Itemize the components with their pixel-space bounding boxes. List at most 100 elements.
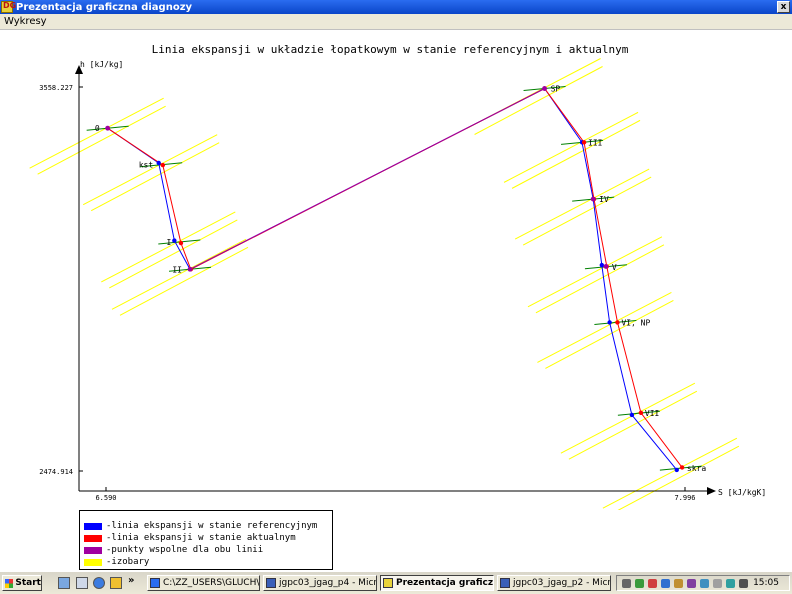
isobar-line-actual-1 xyxy=(90,142,220,212)
close-button[interactable]: x xyxy=(777,1,790,13)
legend-label-reference: -linia ekspansji w stanie referencyjnym xyxy=(106,521,318,531)
update-icon[interactable] xyxy=(687,579,696,588)
series-1-point-1 xyxy=(160,162,166,168)
ie-icon[interactable] xyxy=(93,577,105,589)
taskbar: Start » C:\ZZ_USERS\GLUCH\... jgpc03_jga… xyxy=(0,571,792,594)
isobar-line-6 xyxy=(514,168,650,240)
common-point-0 xyxy=(105,125,111,131)
y-tick-label-0: 3558.227 xyxy=(39,84,73,92)
legend-item-actual: -linia ekspansji w stanie aktualnym xyxy=(84,532,296,544)
chart-title: Linia ekspansji w układzie łopatkowym w … xyxy=(152,43,629,56)
local-isobar-group xyxy=(86,86,702,471)
task-word-p4[interactable]: jgpc03_jgag_p4 - Micr... xyxy=(263,575,377,591)
desktop-icon[interactable] xyxy=(58,577,70,589)
common-point-2 xyxy=(542,86,547,91)
legend-swatch-common xyxy=(84,546,102,554)
isobar-line-10 xyxy=(602,437,738,509)
point-label-1: kst xyxy=(139,161,154,170)
common-point-4 xyxy=(603,264,609,269)
task-folder[interactable]: C:\ZZ_USERS\GLUCH\... xyxy=(147,575,260,591)
task-label-folder: C:\ZZ_USERS\GLUCH\... xyxy=(163,578,260,588)
window-icon[interactable] xyxy=(76,577,88,589)
menu-item-wykresy[interactable]: Wykresy xyxy=(4,16,47,27)
isobar-line-actual-6 xyxy=(522,176,652,246)
isobar-line-actual-7 xyxy=(535,244,665,314)
point-label-3: II xyxy=(172,265,182,274)
printer-icon[interactable] xyxy=(674,579,683,588)
network-icon[interactable] xyxy=(635,579,644,588)
x-tick-label-1: 7.996 xyxy=(674,494,695,502)
isobar-line-8 xyxy=(537,292,672,363)
isobar-line-5 xyxy=(503,111,639,183)
series-0-point-8 xyxy=(607,320,612,325)
task-prezentacja[interactable]: Prezentacja graficzn... xyxy=(380,575,494,591)
point-label-6: IV xyxy=(599,195,609,204)
legend-label-isobar: -izobary xyxy=(106,557,150,567)
legend-label-actual: -linia ekspansji w stanie aktualnym xyxy=(106,533,296,543)
legend-item-common: -punkty wspolne dla obu linii xyxy=(84,544,263,556)
app-icon-text: DG xyxy=(3,1,17,10)
series-1-point-9 xyxy=(638,410,644,416)
task-word-p2[interactable]: jgpc03_jgag_p2 - Micr... xyxy=(497,575,611,591)
word-icon xyxy=(500,578,510,588)
isobar-group xyxy=(29,58,740,510)
antivirus-icon[interactable] xyxy=(648,579,657,588)
point-label-4: SP xyxy=(551,84,561,93)
legend-item-isobar: -izobary xyxy=(84,556,149,568)
legend-swatch-reference xyxy=(84,522,102,530)
series-1-point-8 xyxy=(615,320,620,325)
y-axis-label: h [kJ/kg] xyxy=(80,60,123,69)
legend-swatch-actual xyxy=(84,534,102,542)
isobar-line-7 xyxy=(527,236,663,308)
common-point-1 xyxy=(187,266,193,272)
point-label-2: I xyxy=(166,238,171,247)
series-0-point-9 xyxy=(629,412,635,418)
bluetooth-icon[interactable] xyxy=(661,579,670,588)
x-tick-label-0: 6.590 xyxy=(95,494,116,502)
common-point-3 xyxy=(590,196,596,202)
point-label-7: V xyxy=(612,263,617,272)
common-segment xyxy=(189,88,545,270)
clock: 15:05 xyxy=(753,578,779,588)
windows-logo-icon xyxy=(5,578,14,588)
point-label-0: 0 xyxy=(95,124,100,133)
y-tick-label-1: 2474.914 xyxy=(39,468,73,476)
legend-item-reference: -linia ekspansji w stanie referencyjnym xyxy=(84,520,317,532)
isobar-line-actual-4 xyxy=(474,66,603,135)
chart-legend: -linia ekspansji w stanie referencyjnym … xyxy=(79,510,333,570)
isobar-line-actual-9 xyxy=(568,390,698,460)
folder-icon xyxy=(150,578,160,588)
app-icon: DG xyxy=(1,1,17,13)
quick-launch-chevron[interactable]: » xyxy=(128,575,134,586)
legend-label-common: -punkty wspolne dla obu linii xyxy=(106,545,264,555)
isobar-line-actual-8 xyxy=(545,300,674,369)
window-title: Prezentacja graficzna diagnozy xyxy=(16,1,193,13)
title-bar: DG Prezentacja graficzna diagnozy x xyxy=(0,0,792,14)
task-label-prezentacja: Prezentacja graficzn... xyxy=(396,578,494,588)
start-button[interactable]: Start xyxy=(2,575,42,591)
x-axis-label: S [kJ/kgK] xyxy=(718,488,766,497)
point-label-8: VI, NP xyxy=(621,318,650,327)
safely-remove-icon[interactable] xyxy=(713,579,722,588)
point-label-9: VII xyxy=(645,409,660,418)
x-axis-arrow xyxy=(707,487,716,495)
point-label-group: 0kstIIISPIIIIVVVI, NPVIIskra xyxy=(95,84,707,473)
task-label-word-p2: jgpc03_jgag_p2 - Micr... xyxy=(513,578,611,588)
task-label-word-p4: jgpc03_jgag_p4 - Micr... xyxy=(279,578,377,588)
series-0-point-10 xyxy=(674,467,679,473)
calculator-icon[interactable] xyxy=(739,579,748,588)
media-icon[interactable] xyxy=(110,577,122,589)
series-1-point-10 xyxy=(679,465,685,470)
display-icon[interactable] xyxy=(700,579,709,588)
isobar-line-9 xyxy=(560,382,696,454)
expansion-chart: Linia ekspansji w układzie łopatkowym w … xyxy=(29,43,766,510)
menu-bar: Wykresy xyxy=(0,14,792,30)
series-1-point-5 xyxy=(581,140,587,145)
series-0-point-2 xyxy=(172,238,177,243)
language-icon[interactable] xyxy=(726,579,735,588)
start-label: Start xyxy=(15,578,41,588)
point-label-10: skra xyxy=(687,464,706,473)
point-label-5: III xyxy=(588,138,603,147)
series-1-point-2 xyxy=(178,240,184,246)
speaker-icon[interactable] xyxy=(622,579,631,588)
